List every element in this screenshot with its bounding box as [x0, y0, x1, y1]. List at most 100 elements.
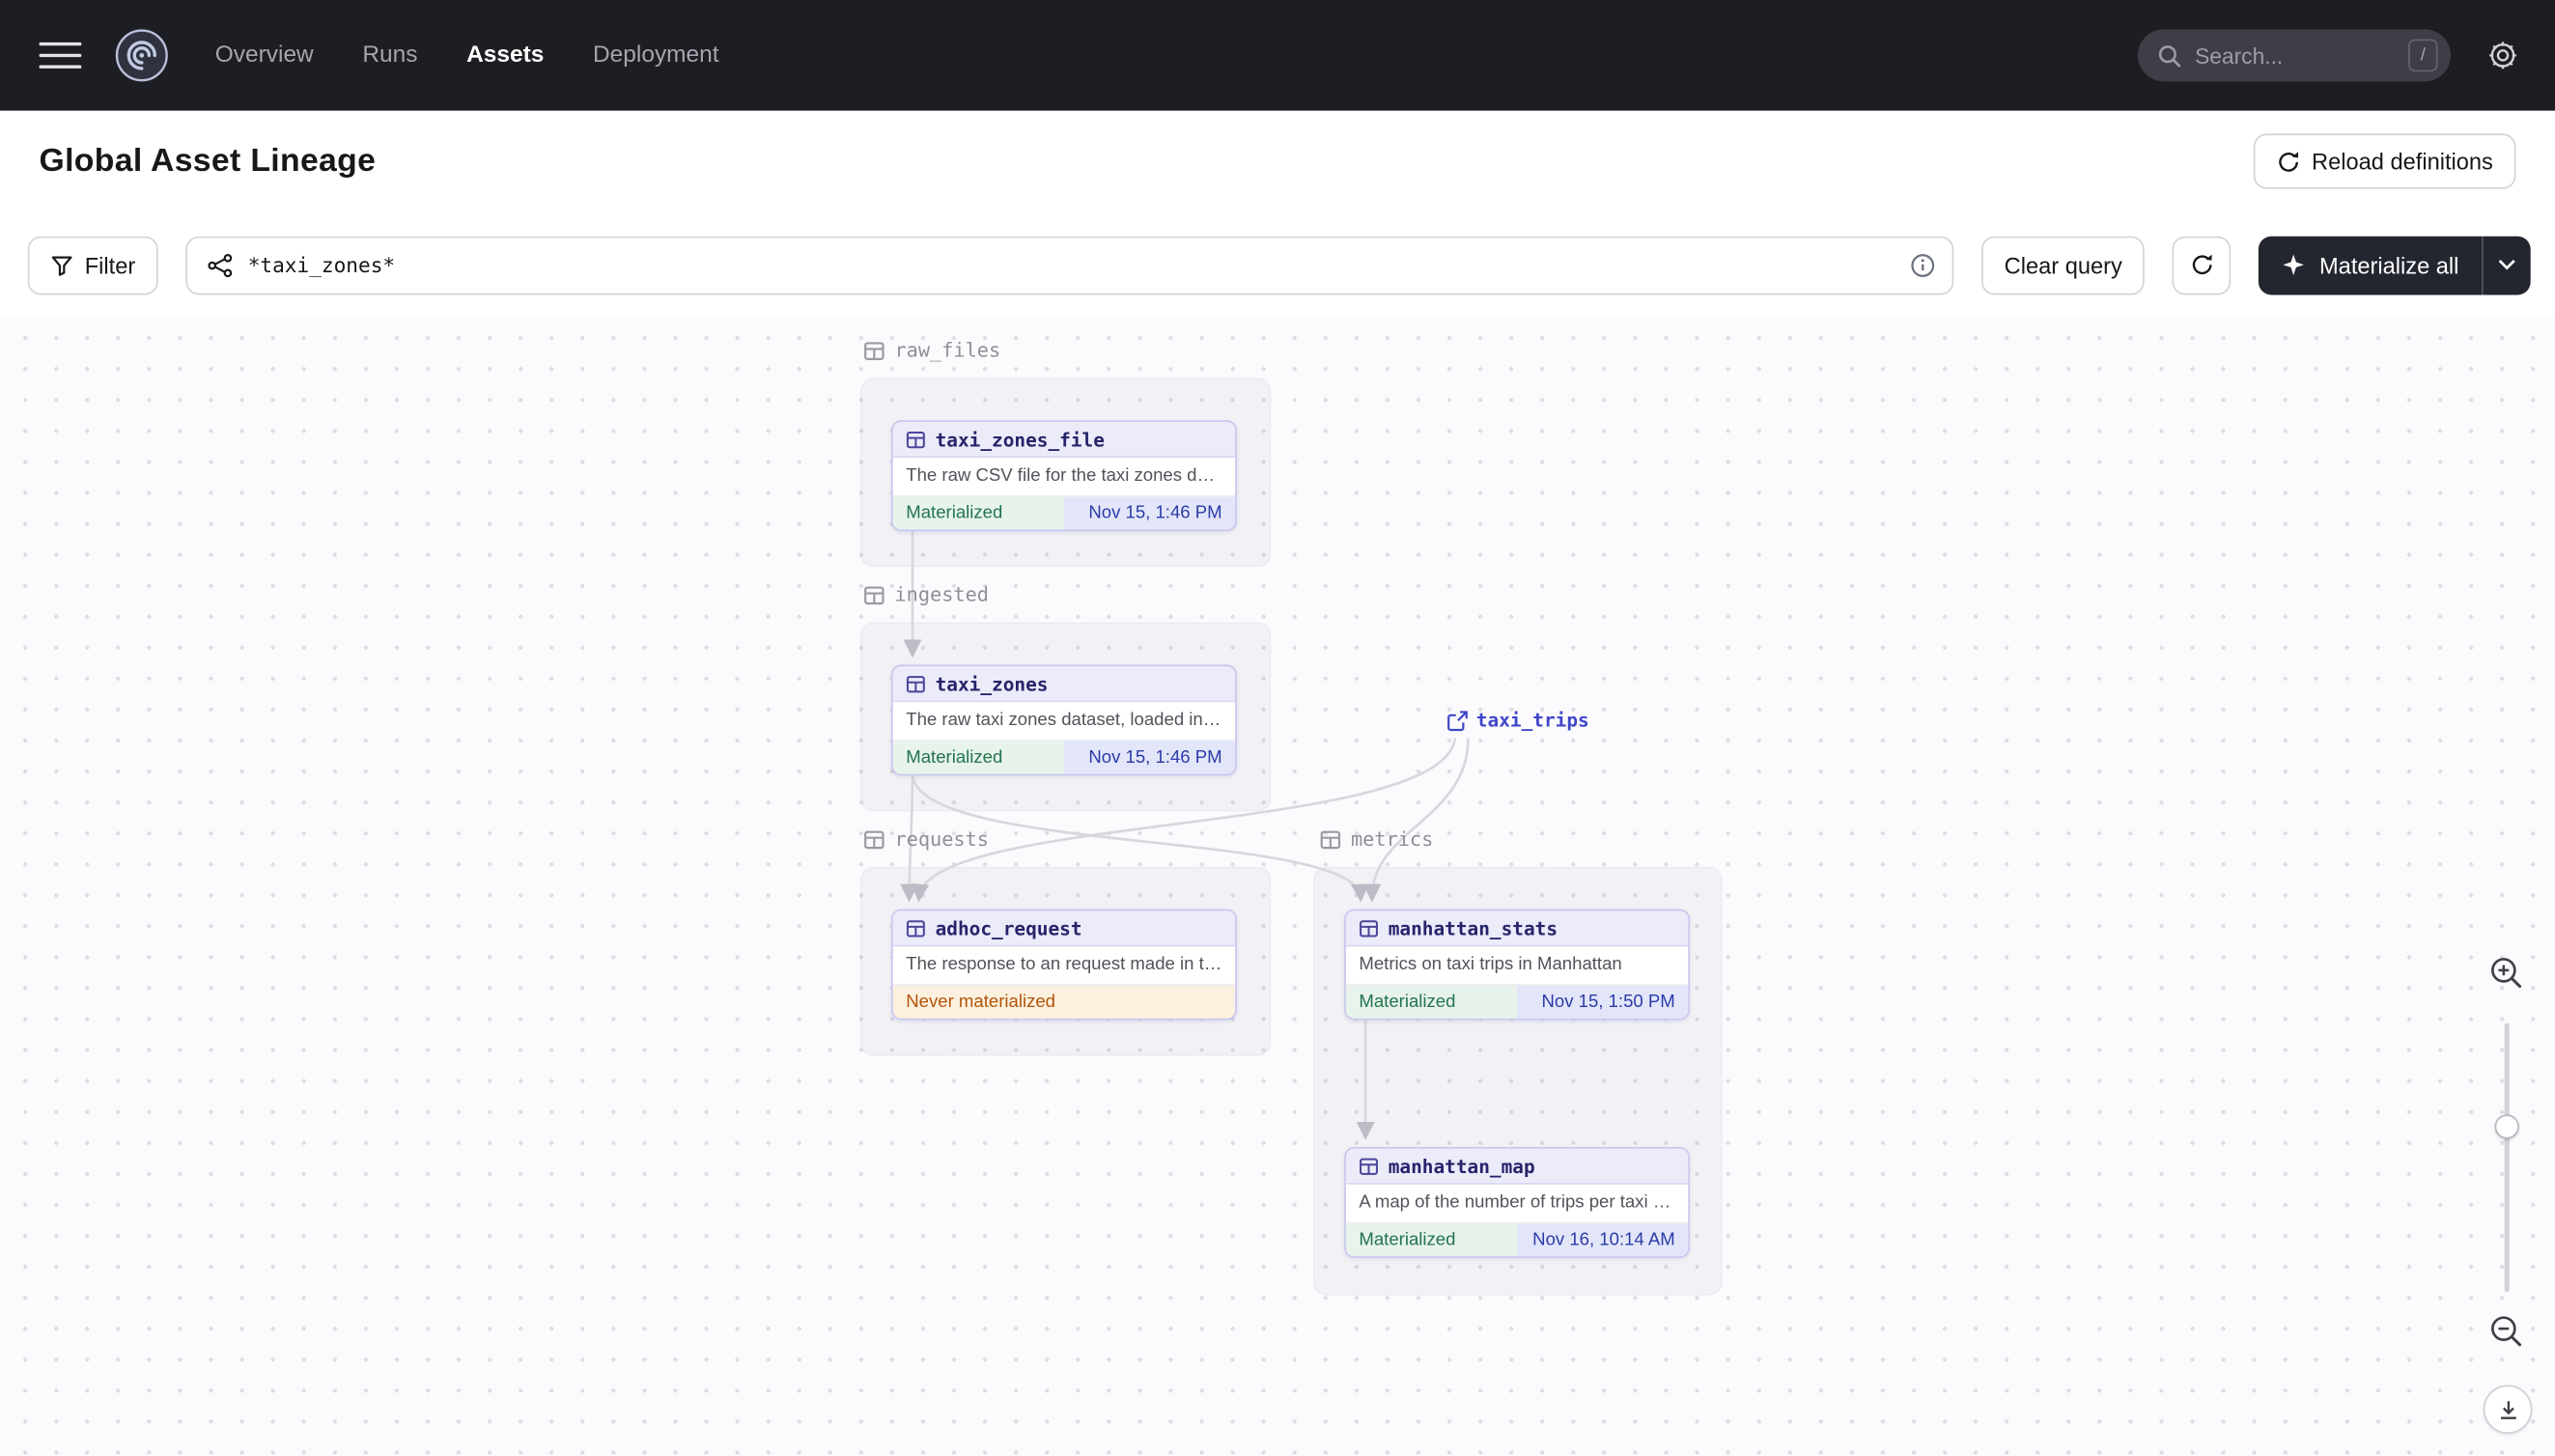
asset-node-adhoc-request[interactable]: adhoc_request The response to an request…: [891, 909, 1237, 1021]
asset-status-row: Materialized Nov 15, 1:46 PM: [892, 740, 1236, 774]
info-icon[interactable]: [1910, 252, 1936, 278]
asset-timestamp[interactable]: Nov 16, 10:14 AM: [1517, 1223, 1689, 1257]
app-window: Overview Runs Assets Deployment / Global…: [0, 0, 2555, 1456]
chevron-down-icon: [2498, 260, 2515, 270]
asset-status-label: Materialized: [1345, 1223, 1518, 1257]
refresh-graph-button[interactable]: [2173, 235, 2232, 294]
sparkle-icon: [2284, 254, 2305, 275]
asset-timestamp[interactable]: Nov 15, 1:46 PM: [1063, 496, 1236, 530]
nav-item-deployment[interactable]: Deployment: [593, 42, 719, 69]
group-icon: [864, 829, 884, 849]
asset-status-label: Never materialized: [892, 985, 1236, 1019]
zoom-slider-track[interactable]: [2504, 1022, 2510, 1293]
asset-description: Metrics on taxi trips in Manhattan: [1345, 946, 1689, 985]
group-name: requests: [894, 827, 989, 851]
table-icon: [906, 675, 925, 692]
lineage-query-icon: [208, 253, 233, 277]
asset-name: manhattan_map: [1388, 1154, 1535, 1178]
asset-description: The raw CSV file for the taxi zones dat.…: [892, 458, 1236, 495]
asset-name: taxi_zones_file: [935, 427, 1105, 451]
asset-status-row: Materialized Nov 15, 1:50 PM: [1345, 984, 1689, 1019]
materialize-all-label: Materialize all: [2318, 251, 2459, 278]
external-asset-name: taxi_trips: [1475, 709, 1589, 732]
asset-name: taxi_zones: [935, 672, 1049, 695]
asset-node-manhattan-map[interactable]: manhattan_map A map of the number of tri…: [1344, 1147, 1690, 1258]
topbar: Overview Runs Assets Deployment /: [0, 0, 2555, 111]
search-box[interactable]: /: [2138, 29, 2451, 82]
refresh-icon: [2278, 151, 2298, 171]
asset-query-box[interactable]: [185, 235, 1954, 294]
asset-status-row: Materialized Nov 15, 1:46 PM: [892, 495, 1236, 530]
zoom-in-icon: [2491, 958, 2522, 989]
table-icon: [906, 919, 925, 937]
asset-name: manhattan_stats: [1388, 916, 1558, 939]
reload-definitions-label: Reload definitions: [2312, 148, 2493, 175]
asset-status-row: Materialized Nov 16, 10:14 AM: [1345, 1221, 1689, 1257]
dagster-logo[interactable]: [114, 28, 169, 83]
group-label-metrics[interactable]: metrics: [1320, 827, 1433, 851]
zoom-out-button[interactable]: [2488, 1313, 2524, 1349]
refresh-icon: [2192, 254, 2212, 275]
reload-definitions-button[interactable]: Reload definitions: [2253, 133, 2516, 189]
external-link-icon: [1447, 710, 1468, 731]
asset-status-label: Materialized: [1345, 985, 1518, 1019]
dagster-logo-icon: [115, 29, 168, 82]
asset-timestamp[interactable]: Nov 15, 1:46 PM: [1063, 741, 1236, 774]
asset-node-taxi-zones[interactable]: taxi_zones The raw taxi zones dataset, l…: [891, 664, 1237, 776]
group-name: ingested: [894, 583, 989, 606]
asset-status-label: Materialized: [892, 496, 1064, 530]
lineage-canvas[interactable]: raw_files ingested requests metrics taxi…: [0, 318, 2555, 1456]
zoom-in-button[interactable]: [2488, 955, 2524, 991]
group-icon: [1320, 829, 1341, 849]
materialize-options-button[interactable]: [2482, 235, 2531, 294]
download-image-button[interactable]: [2483, 1385, 2533, 1434]
materialize-all-button[interactable]: Materialize all: [2260, 236, 2483, 294]
asset-name: adhoc_request: [935, 916, 1082, 939]
top-nav: Overview Runs Assets Deployment: [215, 42, 719, 69]
table-icon: [1360, 1157, 1378, 1175]
nav-item-overview[interactable]: Overview: [215, 42, 314, 69]
settings-button[interactable]: [2486, 40, 2519, 72]
nav-item-assets[interactable]: Assets: [466, 42, 544, 69]
asset-node-manhattan-stats[interactable]: manhattan_stats Metrics on taxi trips in…: [1344, 909, 1690, 1021]
group-label-ingested[interactable]: ingested: [863, 583, 989, 606]
filter-label: Filter: [84, 251, 136, 278]
asset-node-header: taxi_zones_file: [892, 422, 1236, 459]
group-icon: [864, 341, 884, 360]
asset-description: The raw taxi zones dataset, loaded int..…: [892, 702, 1236, 741]
materialize-all-split-button: Materialize all: [2259, 235, 2531, 294]
asset-status-label: Materialized: [892, 741, 1064, 774]
external-asset-taxi-trips[interactable]: taxi_trips: [1447, 709, 1589, 732]
clear-query-label: Clear query: [2004, 251, 2122, 278]
zoom-out-icon: [2491, 1316, 2522, 1347]
asset-query-input[interactable]: [247, 252, 1895, 277]
group-name: raw_files: [894, 339, 1001, 362]
search-shortcut-badge: /: [2408, 39, 2438, 72]
table-icon: [906, 431, 925, 448]
gear-icon: [2489, 42, 2516, 70]
lineage-toolbar: Filter Clear query: [0, 211, 2555, 319]
asset-node-header: adhoc_request: [892, 910, 1236, 947]
lineage-edges: [900, 529, 1470, 1140]
filter-button[interactable]: Filter: [27, 235, 158, 294]
menu-button[interactable]: [39, 34, 82, 76]
table-icon: [1360, 919, 1378, 937]
asset-timestamp[interactable]: Nov 15, 1:50 PM: [1517, 985, 1689, 1019]
clear-query-button[interactable]: Clear query: [1981, 235, 2146, 294]
asset-node-taxi-zones-file[interactable]: taxi_zones_file The raw CSV file for the…: [891, 420, 1237, 532]
asset-node-header: taxi_zones: [892, 666, 1236, 703]
page-header: Global Asset Lineage Reload definitions: [0, 110, 2555, 212]
group-name: metrics: [1350, 827, 1434, 851]
download-icon: [2500, 1400, 2515, 1418]
asset-status-row: Never materialized: [892, 984, 1236, 1019]
nav-item-runs[interactable]: Runs: [362, 42, 417, 69]
zoom-slider-handle[interactable]: [2494, 1114, 2519, 1139]
search-icon: [2158, 44, 2181, 67]
search-input[interactable]: [2195, 42, 2396, 69]
group-icon: [864, 585, 884, 604]
group-label-requests[interactable]: requests: [863, 827, 989, 851]
group-label-raw-files[interactable]: raw_files: [863, 339, 1000, 362]
asset-description: The response to an request made in th...: [892, 946, 1236, 985]
filter-funnel-icon: [51, 255, 72, 275]
asset-description: A map of the number of trips per taxi z.…: [1345, 1184, 1689, 1222]
